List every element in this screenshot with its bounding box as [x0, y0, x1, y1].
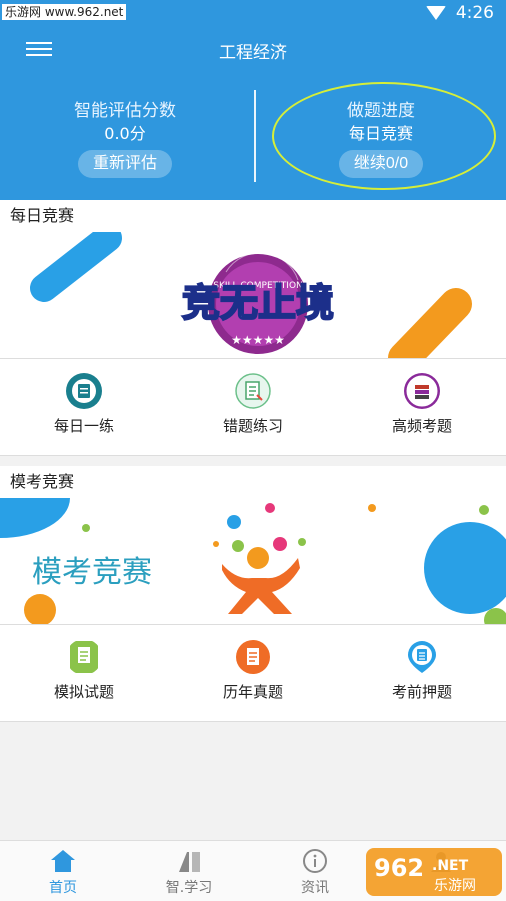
- continue-button[interactable]: 继续0/0: [338, 150, 424, 178]
- past-exams-item[interactable]: 历年真题: [169, 625, 337, 721]
- nav-news-label: 资讯: [301, 880, 329, 896]
- page-title: 工程经济: [219, 43, 287, 63]
- assessment-panel: 智能评估分数 0.0分 重新评估: [25, 100, 225, 178]
- study-icon: [179, 852, 200, 872]
- home-icon: [51, 850, 75, 872]
- nav-home[interactable]: 首页: [0, 841, 126, 901]
- exam-icon: [236, 640, 270, 674]
- svg-text:★★★★★: ★★★★★: [231, 333, 285, 347]
- mock-banner-text: 模考竞赛: [32, 555, 152, 590]
- nav-home-label: 首页: [49, 880, 77, 896]
- reassess-button[interactable]: 重新评估: [77, 150, 172, 178]
- frequent-questions-item[interactable]: 高频考题: [338, 359, 506, 455]
- progress-panel: 做题进度 每日竞赛 继续0/0: [281, 100, 481, 178]
- past-exams-label: 历年真题: [222, 683, 283, 701]
- banner-slogan: 竞无止境: [182, 281, 334, 325]
- nav-study[interactable]: 智.学习: [126, 841, 252, 901]
- wrong-answers-label: 错题练习: [222, 417, 283, 435]
- paper-icon: [70, 641, 98, 673]
- predicted-questions-label: 考前押题: [391, 683, 452, 701]
- status-time: 4:26: [455, 3, 494, 23]
- daily-banner-art: SKILL COMPETITION 竞无止境 ★★★★★: [30, 232, 472, 358]
- watermark-number: 962: [374, 854, 424, 882]
- progress-value: 每日竞赛: [348, 124, 413, 143]
- daily-practice-item[interactable]: 每日一练: [0, 359, 168, 455]
- predicted-questions-item[interactable]: 考前押题: [338, 625, 506, 721]
- wifi-icon: [426, 6, 446, 20]
- site-watermark: 乐游网 www.962.net: [2, 4, 127, 20]
- daily-practice-label: 每日一练: [53, 417, 114, 435]
- pin-list-icon: [408, 641, 436, 673]
- mock-questions-item[interactable]: 模拟试题: [0, 625, 168, 721]
- wrong-answers-item[interactable]: 错题练习: [169, 359, 337, 455]
- header-divider: [254, 90, 256, 182]
- status-bar: 乐游网 www.962.net 4:26: [0, 0, 506, 26]
- frequent-questions-label: 高频考题: [391, 417, 452, 435]
- mock-grid: 模拟试题 历年真题 考前押题: [0, 624, 506, 722]
- daily-banner[interactable]: SKILL COMPETITION 竞无止境 ★★★★★: [0, 232, 506, 358]
- wrong-answer-icon: [235, 373, 271, 409]
- mock-banner-art: 模考竞赛: [0, 498, 506, 624]
- nav-news[interactable]: 资讯: [252, 841, 378, 901]
- watermark-suffix: .NET: [432, 858, 469, 874]
- info-icon: [303, 849, 327, 873]
- nav-study-label: 智.学习: [165, 880, 213, 896]
- document-icon: [66, 373, 102, 409]
- stack-icon: [404, 373, 440, 409]
- watermark-name: 乐游网: [434, 878, 476, 894]
- assessment-score: 0.0分: [104, 124, 146, 143]
- watermark-logo: 962 .NET 乐游网: [366, 848, 502, 896]
- header: 工程经济 智能评估分数 0.0分 重新评估 做题进度 每日竞赛 继续0/0: [0, 26, 506, 200]
- daily-section-title: 每日竞赛: [0, 200, 506, 232]
- assessment-label: 智能评估分数: [74, 101, 176, 121]
- mock-section-title: 模考竞赛: [0, 466, 506, 498]
- daily-grid: 每日一练 错题练习 高频考题: [0, 358, 506, 456]
- mock-questions-label: 模拟试题: [53, 683, 114, 701]
- mock-banner[interactable]: 模考竞赛: [0, 498, 506, 624]
- progress-label: 做题进度: [347, 101, 415, 121]
